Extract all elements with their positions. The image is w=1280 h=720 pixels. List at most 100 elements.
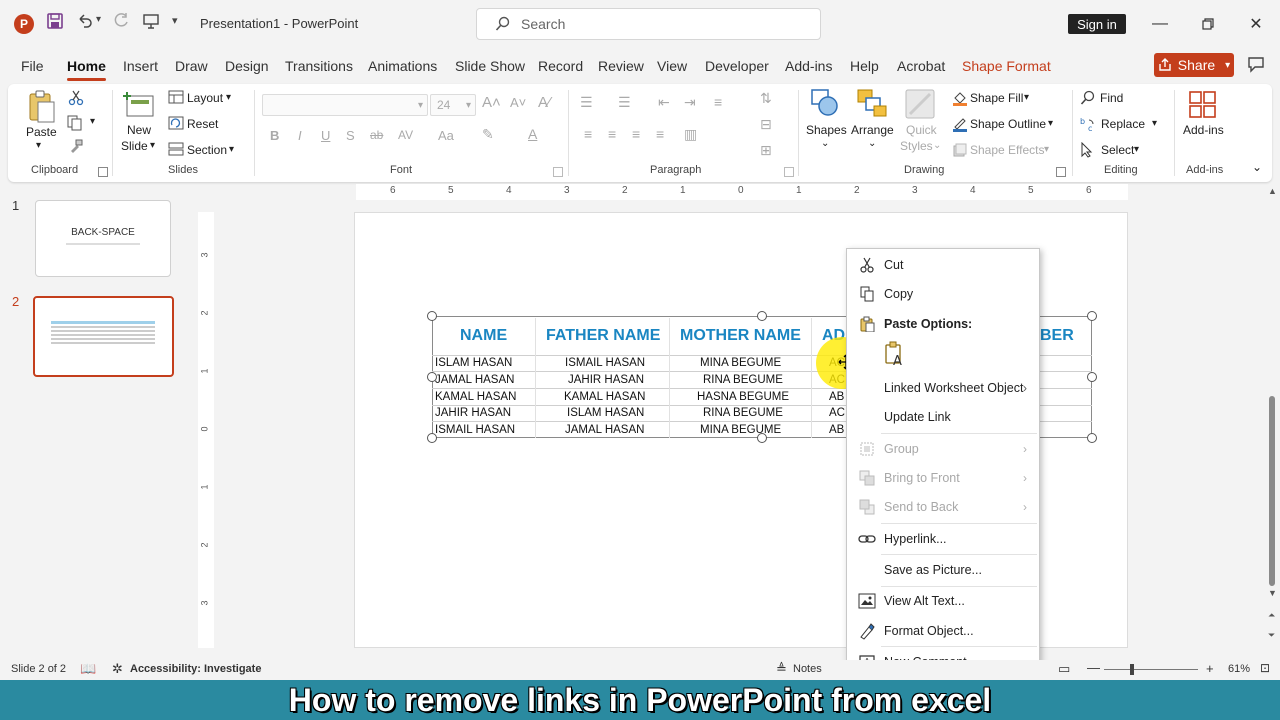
replace-icon[interactable]: bc [1080, 116, 1096, 132]
comments-icon[interactable] [1246, 54, 1266, 77]
next-slide-icon[interactable]: ⏷ [1268, 630, 1275, 641]
minimize-icon[interactable]: — [1148, 12, 1172, 36]
resize-handle-right[interactable] [1087, 372, 1097, 382]
layout-dropdown-icon[interactable]: ▾ [226, 92, 231, 103]
drawing-launcher-icon[interactable] [1056, 167, 1066, 177]
menu-item-format-object[interactable]: Format Object... [847, 618, 1039, 644]
shape-fill-button[interactable]: Shape Fill [970, 91, 1023, 105]
slide-show-view-icon[interactable]: ▭ [1058, 661, 1070, 677]
shapes-dropdown-icon[interactable]: ⌄ [821, 138, 829, 149]
new-slide-icon[interactable] [123, 90, 155, 120]
tab-help[interactable]: Help [850, 58, 879, 74]
shape-effects-button[interactable]: Shape Effects [970, 143, 1045, 157]
replace-dropdown-icon[interactable]: ▾ [1152, 118, 1157, 129]
arrange-dropdown-icon[interactable]: ⌄ [868, 138, 876, 149]
add-ins-button[interactable]: Add-ins [1183, 123, 1224, 137]
share-button[interactable]: Share ▾ [1154, 53, 1234, 77]
sign-in-button[interactable]: Sign in [1068, 14, 1126, 34]
shape-effects-icon[interactable] [952, 142, 968, 158]
columns-icon[interactable]: ▥ [684, 126, 697, 143]
new-slide-label-2[interactable]: Slide [121, 139, 148, 153]
section-icon[interactable] [168, 142, 184, 156]
section-button[interactable]: Section [187, 143, 227, 157]
quick-styles-icon[interactable] [904, 88, 936, 120]
paragraph-launcher-icon[interactable] [784, 167, 794, 177]
close-icon[interactable]: ✕ [1244, 12, 1268, 36]
bullets-icon[interactable]: ☰ [580, 94, 593, 111]
tab-slide-show[interactable]: Slide Show [455, 58, 525, 74]
redo-icon[interactable] [112, 12, 130, 30]
tab-file[interactable]: File [21, 58, 44, 74]
line-spacing-icon[interactable]: ≡ [714, 94, 722, 110]
cut-icon[interactable] [68, 90, 84, 106]
shapes-icon[interactable] [810, 88, 840, 118]
menu-item-group[interactable]: Group › [847, 436, 1039, 462]
font-launcher-icon[interactable] [553, 167, 563, 177]
collapse-ribbon-icon[interactable]: ⌄ [1252, 160, 1262, 174]
spelling-check-icon[interactable]: 📖 [80, 661, 96, 677]
align-text-icon[interactable]: ⊟ [760, 116, 772, 133]
layout-icon[interactable] [168, 90, 184, 104]
new-slide-label[interactable]: New [127, 123, 151, 137]
resize-handle-bottom-left[interactable] [427, 433, 437, 443]
resize-handle-left[interactable] [427, 372, 437, 382]
resize-handle-bottom-right[interactable] [1087, 433, 1097, 443]
font-name-combo[interactable]: ▾ [262, 94, 428, 116]
tab-shape-format[interactable]: Shape Format [962, 58, 1051, 74]
arrange-label[interactable]: Arrange [851, 123, 894, 137]
save-icon[interactable] [46, 12, 64, 30]
justify-icon[interactable]: ≡ [656, 126, 664, 142]
menu-item-copy[interactable]: Copy [847, 281, 1039, 307]
accessibility-icon[interactable]: ✲ [112, 661, 123, 677]
zoom-out-icon[interactable]: — [1087, 660, 1100, 675]
increase-font-icon[interactable]: A˄ [482, 94, 501, 111]
previous-slide-icon[interactable]: ⏶ [1268, 610, 1275, 621]
layout-button[interactable]: Layout [187, 91, 223, 105]
paste-keep-text-only-icon[interactable]: A [883, 341, 907, 369]
change-case-icon[interactable]: Aa [438, 128, 454, 143]
format-painter-icon[interactable] [68, 138, 84, 154]
add-ins-icon[interactable] [1188, 90, 1218, 120]
zoom-in-icon[interactable]: + [1206, 661, 1214, 676]
bold-icon[interactable]: B [270, 128, 279, 143]
undo-dropdown-icon[interactable]: ▾ [96, 14, 101, 25]
customize-toolbar-icon[interactable]: ▾ [172, 14, 178, 27]
notes-icon[interactable]: ≜ [776, 661, 787, 677]
accessibility-status[interactable]: Accessibility: Investigate [130, 663, 261, 675]
tab-insert[interactable]: Insert [123, 58, 158, 74]
present-from-beginning-icon[interactable] [142, 12, 160, 30]
resize-handle-top[interactable] [757, 311, 767, 321]
tab-review[interactable]: Review [598, 58, 644, 74]
reset-button[interactable]: Reset [187, 117, 218, 131]
paste-dropdown-icon[interactable]: ▾ [36, 140, 41, 151]
quick-styles-dropdown-icon[interactable]: ⌄ [933, 140, 941, 151]
menu-item-save-as-picture[interactable]: Save as Picture... [847, 557, 1039, 583]
select-button[interactable]: Select [1101, 143, 1134, 157]
resize-handle-bottom[interactable] [757, 433, 767, 443]
replace-button[interactable]: Replace [1101, 117, 1145, 131]
shape-fill-dropdown-icon[interactable]: ▾ [1024, 92, 1029, 103]
menu-item-hyperlink[interactable]: Hyperlink... [847, 526, 1039, 552]
vertical-scrollbar[interactable]: ▲ ▼ ⏶ ⏷ [1266, 186, 1278, 660]
font-size-combo[interactable]: 24 ▾ [430, 94, 476, 116]
text-shadow-icon[interactable]: S [346, 128, 355, 143]
quick-styles-label[interactable]: Quick [906, 123, 937, 137]
shape-outline-button[interactable]: Shape Outline [970, 117, 1046, 131]
menu-item-update-link[interactable]: Update Link [847, 404, 1039, 430]
numbering-icon[interactable]: ☰ [618, 94, 631, 111]
zoom-level[interactable]: 61% [1228, 663, 1250, 675]
menu-item-linked-worksheet-object[interactable]: Linked Worksheet Object › [847, 375, 1039, 401]
decrease-font-icon[interactable]: A˅ [510, 95, 526, 110]
tab-transitions[interactable]: Transitions [285, 58, 353, 74]
select-dropdown-icon[interactable]: ▾ [1134, 144, 1139, 155]
zoom-slider-thumb[interactable] [1130, 664, 1134, 675]
new-slide-dropdown-icon[interactable]: ▾ [150, 140, 155, 151]
copy-dropdown-icon[interactable]: ▾ [90, 116, 95, 127]
tab-acrobat[interactable]: Acrobat [897, 58, 945, 74]
italic-icon[interactable]: I [298, 128, 302, 143]
menu-item-cut[interactable]: Cut [847, 252, 1039, 278]
tab-view[interactable]: View [657, 58, 687, 74]
find-button[interactable]: Find [1100, 91, 1123, 105]
scroll-up-icon[interactable]: ▲ [1268, 186, 1277, 196]
tab-record[interactable]: Record [538, 58, 583, 74]
